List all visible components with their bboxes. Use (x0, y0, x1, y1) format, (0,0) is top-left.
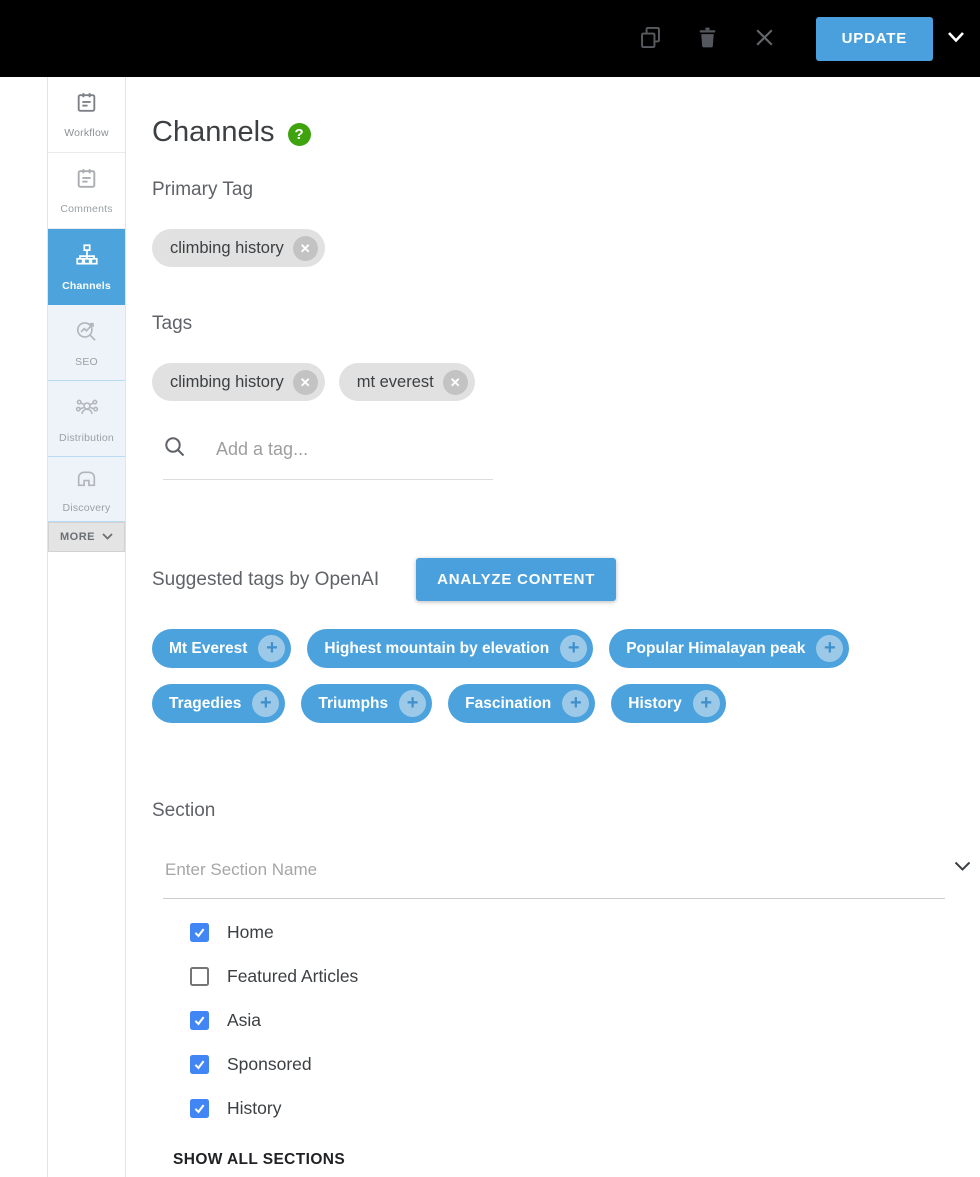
sidebar-item-label: SEO (75, 356, 98, 368)
sidebar-more-button[interactable]: MORE (48, 522, 125, 552)
duplicate-button[interactable] (637, 25, 664, 52)
sidebar-item-channels[interactable]: Channels (48, 229, 125, 305)
update-button[interactable]: UPDATE (816, 17, 933, 61)
add-tag-input[interactable] (214, 438, 493, 461)
close-button[interactable] (751, 25, 778, 52)
search-icon (163, 435, 187, 464)
chevron-down-icon (954, 860, 971, 875)
section-label: Section (152, 800, 980, 822)
seo-analytics-icon (74, 318, 100, 349)
sidebar-item-label: Comments (60, 203, 112, 215)
chevron-down-icon (102, 531, 113, 543)
sidebar-item-label: Workflow (64, 127, 109, 139)
tag-chips: climbing history ✕ mt everest ✕ (152, 363, 980, 401)
add-suggested-tag-icon[interactable]: + (562, 690, 589, 717)
sitemap-icon (74, 242, 100, 273)
section-row[interactable]: Featured Articles (190, 967, 980, 986)
sidebar-item-comments[interactable]: Comments (48, 153, 125, 229)
section-checkbox-label: Sponsored (227, 1054, 312, 1075)
help-icon[interactable]: ? (288, 123, 311, 146)
sidebar-item-label: Channels (62, 280, 111, 292)
suggested-tags-label: Suggested tags by OpenAI (152, 569, 379, 591)
suggested-tag-label: History (628, 695, 681, 713)
tags-label: Tags (152, 313, 980, 335)
suggested-tag-pill[interactable]: History + (611, 684, 725, 723)
right-rail-sidebar: Workflow Comments Channels (47, 77, 126, 1177)
section-checkbox[interactable] (190, 967, 209, 986)
suggested-tag-pill[interactable]: Fascination + (448, 684, 595, 723)
section-checkbox-label: Featured Articles (227, 966, 358, 987)
section-checkbox-list: Home Featured Articles Asia (190, 923, 980, 1118)
add-suggested-tag-icon[interactable]: + (258, 635, 285, 662)
suggested-tag-label: Tragedies (169, 695, 241, 713)
section-checkbox-label: Asia (227, 1010, 261, 1031)
sidebar-item-seo[interactable]: SEO (48, 305, 125, 381)
trash-icon (695, 25, 720, 53)
remove-tag-icon[interactable]: ✕ (293, 370, 318, 395)
tag-chip: climbing history ✕ (152, 229, 325, 267)
add-suggested-tag-icon[interactable]: + (252, 690, 279, 717)
tag-chip-label: climbing history (170, 373, 284, 392)
close-icon (752, 25, 777, 53)
suggested-tag-pill[interactable]: Highest mountain by elevation + (307, 629, 593, 668)
add-tag-field (163, 435, 493, 480)
section-row[interactable]: Home (190, 923, 980, 942)
remove-tag-icon[interactable]: ✕ (443, 370, 468, 395)
sidebar-item-discovery[interactable]: Discovery (48, 457, 125, 522)
suggested-tag-pill[interactable]: Triumphs + (301, 684, 432, 723)
tag-chip: climbing history ✕ (152, 363, 325, 401)
section-checkbox[interactable] (190, 1011, 209, 1030)
delete-button[interactable] (694, 25, 721, 52)
add-suggested-tag-icon[interactable]: + (816, 635, 843, 662)
duplicate-icon (637, 24, 664, 54)
section-row[interactable]: Asia (190, 1011, 980, 1030)
primary-tag-chips: climbing history ✕ (152, 229, 980, 267)
add-suggested-tag-icon[interactable]: + (560, 635, 587, 662)
tag-chip: mt everest ✕ (339, 363, 475, 401)
more-label: MORE (60, 531, 95, 543)
section-row[interactable]: History (190, 1099, 980, 1118)
suggested-tag-label: Highest mountain by elevation (324, 640, 549, 658)
binoculars-icon (74, 465, 99, 495)
chevron-down-icon (946, 30, 966, 47)
sidebar-item-workflow[interactable]: Workflow (48, 77, 125, 153)
update-dropdown-button[interactable] (945, 28, 967, 50)
suggested-tag-pill[interactable]: Tragedies + (152, 684, 285, 723)
suggested-tag-pills: Mt Everest + Highest mountain by elevati… (152, 629, 914, 723)
remove-tag-icon[interactable]: ✕ (293, 236, 318, 261)
suggested-tag-pill[interactable]: Popular Himalayan peak + (609, 629, 849, 668)
add-suggested-tag-icon[interactable]: + (693, 690, 720, 717)
section-checkbox[interactable] (190, 1055, 209, 1074)
show-all-sections-button[interactable]: SHOW ALL SECTIONS (173, 1151, 345, 1169)
primary-tag-label: Primary Tag (152, 179, 980, 201)
suggested-tag-label: Mt Everest (169, 640, 247, 658)
top-action-bar: UPDATE (0, 0, 980, 77)
page-title: Channels (152, 116, 275, 149)
suggested-tag-pill[interactable]: Mt Everest + (152, 629, 291, 668)
section-checkbox-label: History (227, 1098, 281, 1119)
tag-chip-label: mt everest (357, 373, 434, 392)
suggested-tag-label: Popular Himalayan peak (626, 640, 805, 658)
tag-chip-label: climbing history (170, 239, 284, 258)
add-suggested-tag-icon[interactable]: + (399, 690, 426, 717)
section-checkbox[interactable] (190, 1099, 209, 1118)
share-network-icon (74, 394, 100, 425)
channels-panel: Channels ? Primary Tag climbing history … (126, 77, 980, 1177)
sidebar-item-label: Distribution (59, 432, 114, 444)
suggested-tag-label: Triumphs (318, 695, 388, 713)
clipboard-icon (74, 166, 99, 196)
sidebar-item-label: Discovery (63, 502, 111, 514)
clipboard-icon (74, 90, 99, 120)
section-checkbox-label: Home (227, 922, 274, 943)
suggested-tag-label: Fascination (465, 695, 551, 713)
section-name-field (163, 859, 945, 899)
sidebar-item-distribution[interactable]: Distribution (48, 381, 125, 457)
section-name-input[interactable] (163, 859, 906, 881)
section-row[interactable]: Sponsored (190, 1055, 980, 1074)
section-dropdown-button[interactable] (954, 860, 971, 875)
section-checkbox[interactable] (190, 923, 209, 942)
analyze-content-button[interactable]: ANALYZE CONTENT (416, 558, 616, 601)
